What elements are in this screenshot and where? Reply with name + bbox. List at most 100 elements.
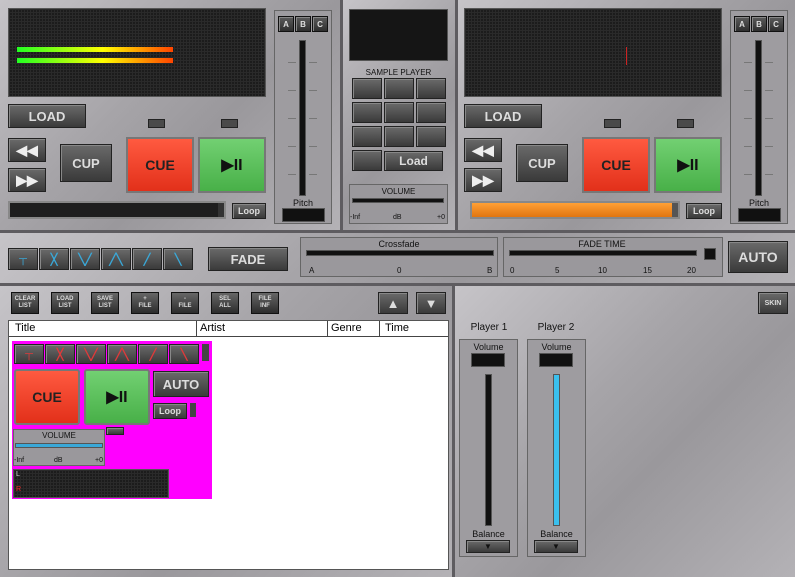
fade-curve-button[interactable]: ╲: [163, 248, 193, 270]
left-led-2: [221, 119, 238, 128]
scroll-up-button[interactable]: ▲: [378, 292, 408, 314]
crossfade-slider[interactable]: [306, 250, 494, 256]
crossfade-mark-0: 0: [397, 266, 402, 275]
left-pitch-readout: [282, 208, 325, 222]
sample-volume-label: VOLUME: [381, 187, 416, 196]
fade-curve-button[interactable]: ╱╲: [101, 248, 131, 270]
playlist-toolbar-button[interactable]: FILE INF: [251, 292, 279, 314]
playlist-table[interactable]: Title Artist Genre Time ┬ ╳ ╲╱ ╱╲ ╱ ╲ CUE ▶II…: [8, 320, 449, 570]
arrow-up-icon: ▲: [386, 295, 400, 311]
fade-curve-icon: ╳: [50, 253, 58, 266]
skin-auto-button: AUTO: [153, 371, 209, 397]
player1-volume-readout: [471, 353, 505, 367]
right-rewind-button[interactable]: ◀◀: [464, 138, 502, 162]
left-progress-bar[interactable]: [8, 201, 226, 219]
right-bank-a-button[interactable]: A: [734, 16, 750, 32]
sample-volume-slider[interactable]: [352, 198, 444, 203]
skin-meter-r: R: [16, 486, 22, 493]
sample-pad[interactable]: [416, 78, 446, 99]
playlist-toolbar-button[interactable]: CLEAR LIST: [11, 292, 39, 314]
left-bank-b-button[interactable]: B: [295, 16, 311, 32]
right-pitch-slider[interactable]: [755, 40, 762, 196]
sample-scale-min: -Inf: [350, 214, 361, 221]
skin-fade-curve-button: ┬: [14, 344, 44, 364]
sample-pad[interactable]: [416, 102, 446, 123]
fade-curve-icon: ┬: [19, 253, 27, 265]
left-bank-c-button[interactable]: C: [312, 16, 328, 32]
right-loop-button[interactable]: Loop: [686, 203, 722, 219]
left-loop-button[interactable]: Loop: [232, 203, 266, 219]
playlist-toolbar-button[interactable]: SAVE LIST: [91, 292, 119, 314]
right-play-pause-button[interactable]: ▶II: [654, 137, 722, 193]
fadetime-slider[interactable]: [509, 250, 697, 256]
right-led-1: [604, 119, 621, 128]
toolbar-button-line2: LIST: [98, 303, 112, 309]
right-progress-bar[interactable]: [470, 201, 680, 219]
skin-scale-max: +0: [95, 457, 103, 464]
sample-pad[interactable]: [416, 126, 446, 147]
left-load-button[interactable]: LOAD: [8, 104, 86, 128]
skin-preview: ┬ ╳ ╲╱ ╱╲ ╱ ╲ CUE ▶II AUTO Loop VOLUME -Inf d…: [12, 341, 212, 499]
toolbar-button-line1: SAVE: [97, 296, 113, 302]
scroll-down-button[interactable]: ▼: [416, 292, 446, 314]
right-progress-fill: [472, 203, 672, 217]
left-pitch-slider[interactable]: [299, 40, 306, 196]
sample-pad[interactable]: [352, 126, 382, 147]
fade-curve-button[interactable]: ┬: [8, 248, 38, 270]
arrow-down-icon: ▼: [424, 295, 438, 311]
sample-pad[interactable]: [352, 150, 382, 171]
skin-fade-curve-button: ╳: [45, 344, 75, 364]
skin-volume-label: VOLUME: [42, 431, 76, 440]
sample-load-button[interactable]: Load: [384, 151, 443, 171]
playlist-toolbar-button[interactable]: SEL ALL: [211, 292, 239, 314]
auto-button[interactable]: AUTO: [728, 241, 788, 273]
skin-button[interactable]: SKIN: [758, 292, 788, 314]
player1-volume-slider[interactable]: [485, 374, 492, 526]
player1-title: Player 1: [470, 322, 508, 333]
sample-pad[interactable]: [384, 78, 414, 99]
left-deck-display: [8, 8, 266, 97]
skin-fade-curve-button: ╲: [169, 344, 199, 364]
player2-volume-readout: [539, 353, 573, 367]
playlist-toolbar-button[interactable]: LOAD LIST: [51, 292, 79, 314]
sample-pad[interactable]: [352, 78, 382, 99]
fadetime-mark-5: 5: [555, 266, 560, 275]
player2-balance-knob[interactable]: ▼: [534, 540, 578, 553]
balance-down-icon: ▼: [484, 542, 492, 551]
toolbar-button-line1: SEL: [219, 296, 231, 302]
right-deck-display: [464, 8, 722, 97]
left-cue-button[interactable]: CUE: [126, 137, 194, 193]
right-bank-b-button[interactable]: B: [751, 16, 767, 32]
right-cue-button[interactable]: CUE: [582, 137, 650, 193]
sample-pad[interactable]: [352, 102, 382, 123]
col-title[interactable]: Title: [15, 322, 35, 334]
playlist-toolbar-button[interactable]: - FILE: [171, 292, 199, 314]
fade-curve-icon: ╲: [174, 253, 182, 266]
fade-button[interactable]: FADE: [208, 247, 288, 271]
sample-pad[interactable]: [384, 126, 414, 147]
fade-curve-button[interactable]: ╱: [132, 248, 162, 270]
skin-loop-button: Loop: [153, 403, 187, 419]
player2-volume-slider[interactable]: [553, 374, 560, 526]
left-bank-a-button[interactable]: A: [278, 16, 294, 32]
left-forward-button[interactable]: ▶▶: [8, 168, 46, 192]
left-cup-button[interactable]: CUP: [60, 144, 112, 182]
col-artist[interactable]: Artist: [200, 322, 225, 334]
left-play-pause-button[interactable]: ▶II: [198, 137, 266, 193]
left-rewind-button[interactable]: ◀◀: [8, 138, 46, 162]
toolbar-button-line2: LIST: [18, 303, 32, 309]
right-cup-button[interactable]: CUP: [516, 144, 568, 182]
crossfade-mark-a: A: [309, 266, 315, 275]
col-genre[interactable]: Genre: [331, 322, 362, 334]
sample-pad[interactable]: [384, 102, 414, 123]
fade-curve-button[interactable]: ╲╱: [70, 248, 100, 270]
rewind-icon: ◀◀: [472, 141, 494, 158]
col-time[interactable]: Time: [385, 322, 409, 334]
right-forward-button[interactable]: ▶▶: [464, 168, 502, 192]
playlist-toolbar-button[interactable]: + FILE: [131, 292, 159, 314]
skin-small-button: [106, 427, 124, 435]
player1-balance-knob[interactable]: ▼: [466, 540, 510, 553]
fade-curve-button[interactable]: ╳: [39, 248, 69, 270]
right-bank-c-button[interactable]: C: [768, 16, 784, 32]
right-load-button[interactable]: LOAD: [464, 104, 542, 128]
